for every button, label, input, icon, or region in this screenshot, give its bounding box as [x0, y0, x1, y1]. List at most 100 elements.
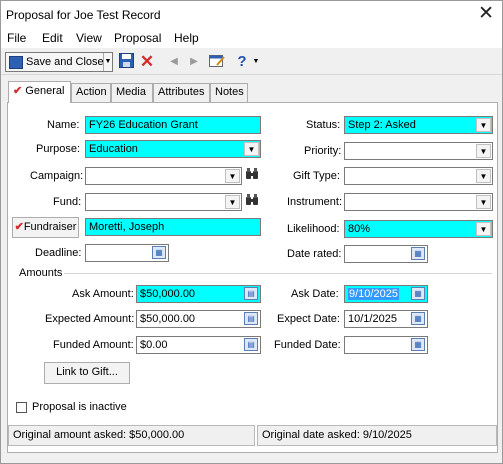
ask-date-label: Ask Date:: [291, 288, 339, 300]
calculator-icon[interactable]: ▤: [244, 312, 258, 325]
priority-label: Priority:: [304, 145, 342, 157]
tab-notes[interactable]: Notes: [210, 83, 248, 102]
chevron-down-icon[interactable]: ▼: [476, 144, 491, 158]
calculator-icon[interactable]: ▤: [244, 338, 258, 351]
gift-type-label: Gift Type:: [293, 170, 340, 182]
checkmark-icon: ✔: [14, 221, 24, 233]
next-record-icon[interactable]: ▶: [185, 53, 203, 71]
menu-bar: File Edit View Proposal Help: [1, 28, 502, 48]
instrument-select[interactable]: ▼: [344, 193, 493, 211]
date-rated-field[interactable]: ▦: [344, 245, 428, 263]
fundraiser-button-label: Fundraiser: [23, 221, 77, 233]
fundraiser-field[interactable]: Moretti, Joseph: [85, 218, 261, 236]
menu-help[interactable]: Help: [174, 31, 199, 45]
fund-select[interactable]: ▼: [85, 193, 242, 211]
status-value: Step 2: Asked: [348, 119, 416, 131]
calculator-icon[interactable]: ▤: [244, 287, 258, 300]
original-date-status: Original date asked: 9/10/2025: [257, 425, 497, 446]
deadline-label: Deadline:: [35, 247, 82, 259]
expect-date-label: Expect Date:: [277, 313, 340, 325]
toolbar: Save and Close ▼ ✕ ◀ ▶ ? ▼: [1, 48, 502, 75]
link-to-gift-button[interactable]: Link to Gift...: [44, 362, 130, 384]
name-label: Name:: [47, 119, 80, 131]
calendar-icon[interactable]: ▦: [152, 246, 166, 259]
calendar-icon[interactable]: ▦: [411, 338, 425, 351]
tab-notes-label: Notes: [215, 86, 244, 98]
binoculars-icon[interactable]: [243, 167, 261, 185]
calendar-icon[interactable]: ▦: [411, 287, 425, 300]
delete-icon[interactable]: ✕: [138, 53, 156, 71]
amounts-section-label: Amounts: [19, 267, 63, 279]
chevron-down-icon[interactable]: ▼: [225, 195, 240, 209]
tab-media[interactable]: Media: [111, 83, 153, 102]
expect-date-field[interactable]: 10/1/2025 ▦: [344, 310, 428, 328]
window-title: Proposal for Joe Test Record: [6, 8, 161, 22]
binoculars-icon[interactable]: [243, 193, 261, 211]
expected-amount-label: Expected Amount:: [45, 313, 135, 325]
ask-amount-label: Ask Amount:: [72, 288, 134, 300]
instrument-label: Instrument:: [287, 196, 343, 208]
expected-amount-value: $50,000.00: [140, 313, 196, 325]
amounts-divider: [64, 273, 492, 274]
ask-date-field[interactable]: 9/10/2025 ▦: [344, 285, 428, 303]
funded-amount-label: Funded Amount:: [53, 339, 134, 351]
chevron-down-icon[interactable]: ▼: [476, 195, 491, 209]
chevron-down-icon[interactable]: ▼: [476, 222, 491, 236]
original-amount-status: Original amount asked: $50,000.00: [8, 425, 255, 446]
menu-view[interactable]: View: [76, 31, 102, 45]
chevron-down-icon[interactable]: ▼: [103, 53, 112, 71]
properties-icon[interactable]: [208, 53, 226, 71]
status-select[interactable]: Step 2: Asked ▼: [344, 116, 493, 134]
proposal-window: Proposal for Joe Test Record ✕ File Edit…: [0, 0, 503, 464]
purpose-label: Purpose:: [36, 143, 81, 155]
gift-type-select[interactable]: ▼: [344, 167, 493, 185]
menu-file[interactable]: File: [7, 31, 26, 45]
close-icon[interactable]: ✕: [478, 3, 494, 25]
purpose-select[interactable]: Education ▼: [85, 140, 261, 158]
menu-edit[interactable]: Edit: [42, 31, 63, 45]
funded-amount-field[interactable]: $0.00 ▤: [136, 336, 261, 354]
proposal-inactive-checkbox[interactable]: [16, 402, 27, 413]
chevron-down-icon[interactable]: ▼: [476, 118, 491, 132]
chevron-down-icon[interactable]: ▼: [244, 142, 259, 156]
purpose-value: Education: [89, 143, 138, 155]
date-rated-label: Date rated:: [287, 248, 342, 260]
fund-label: Fund:: [53, 196, 82, 208]
fundraiser-button[interactable]: ✔Fundraiser: [12, 217, 79, 238]
expect-date-value: 10/1/2025: [348, 313, 397, 325]
likelihood-label: Likelihood:: [287, 223, 340, 235]
status-label: Status:: [306, 119, 341, 131]
save-icon[interactable]: [117, 53, 135, 71]
save-close-icon: [9, 56, 23, 69]
funded-date-label: Funded Date:: [274, 339, 341, 351]
proposal-inactive-label: Proposal is inactive: [32, 401, 127, 413]
tab-general[interactable]: ✔ General: [8, 81, 71, 103]
title-bar: Proposal for Joe Test Record ✕: [1, 1, 502, 28]
calendar-icon[interactable]: ▦: [411, 312, 425, 325]
previous-record-icon[interactable]: ◀: [165, 53, 183, 71]
ask-date-value: 9/10/2025: [348, 288, 399, 300]
expected-amount-field[interactable]: $50,000.00 ▤: [136, 310, 261, 328]
help-dropdown-icon[interactable]: ▼: [247, 53, 265, 71]
checkmark-icon: ✔: [13, 85, 23, 97]
campaign-label: Campaign:: [30, 170, 84, 182]
funded-date-field[interactable]: ▦: [344, 336, 428, 354]
funded-amount-value: $0.00: [140, 339, 168, 351]
priority-select[interactable]: ▼: [344, 142, 493, 160]
deadline-field[interactable]: ▦: [85, 244, 169, 262]
tab-media-label: Media: [116, 86, 146, 98]
name-field[interactable]: FY26 Education Grant: [85, 116, 261, 134]
ask-amount-field[interactable]: $50,000.00 ▤: [136, 285, 261, 303]
tab-action-label: Action: [76, 86, 107, 98]
chevron-down-icon[interactable]: ▼: [476, 169, 491, 183]
save-and-close-button[interactable]: Save and Close ▼: [5, 52, 113, 72]
campaign-select[interactable]: ▼: [85, 167, 242, 185]
likelihood-select[interactable]: 80% ▼: [344, 220, 493, 238]
tab-attributes[interactable]: Attributes: [153, 83, 210, 102]
chevron-down-icon[interactable]: ▼: [225, 169, 240, 183]
tab-general-label: General: [25, 85, 65, 97]
tab-action[interactable]: Action: [71, 83, 111, 102]
ask-amount-value: $50,000.00: [140, 288, 196, 300]
calendar-icon[interactable]: ▦: [411, 247, 425, 260]
menu-proposal[interactable]: Proposal: [114, 31, 161, 45]
